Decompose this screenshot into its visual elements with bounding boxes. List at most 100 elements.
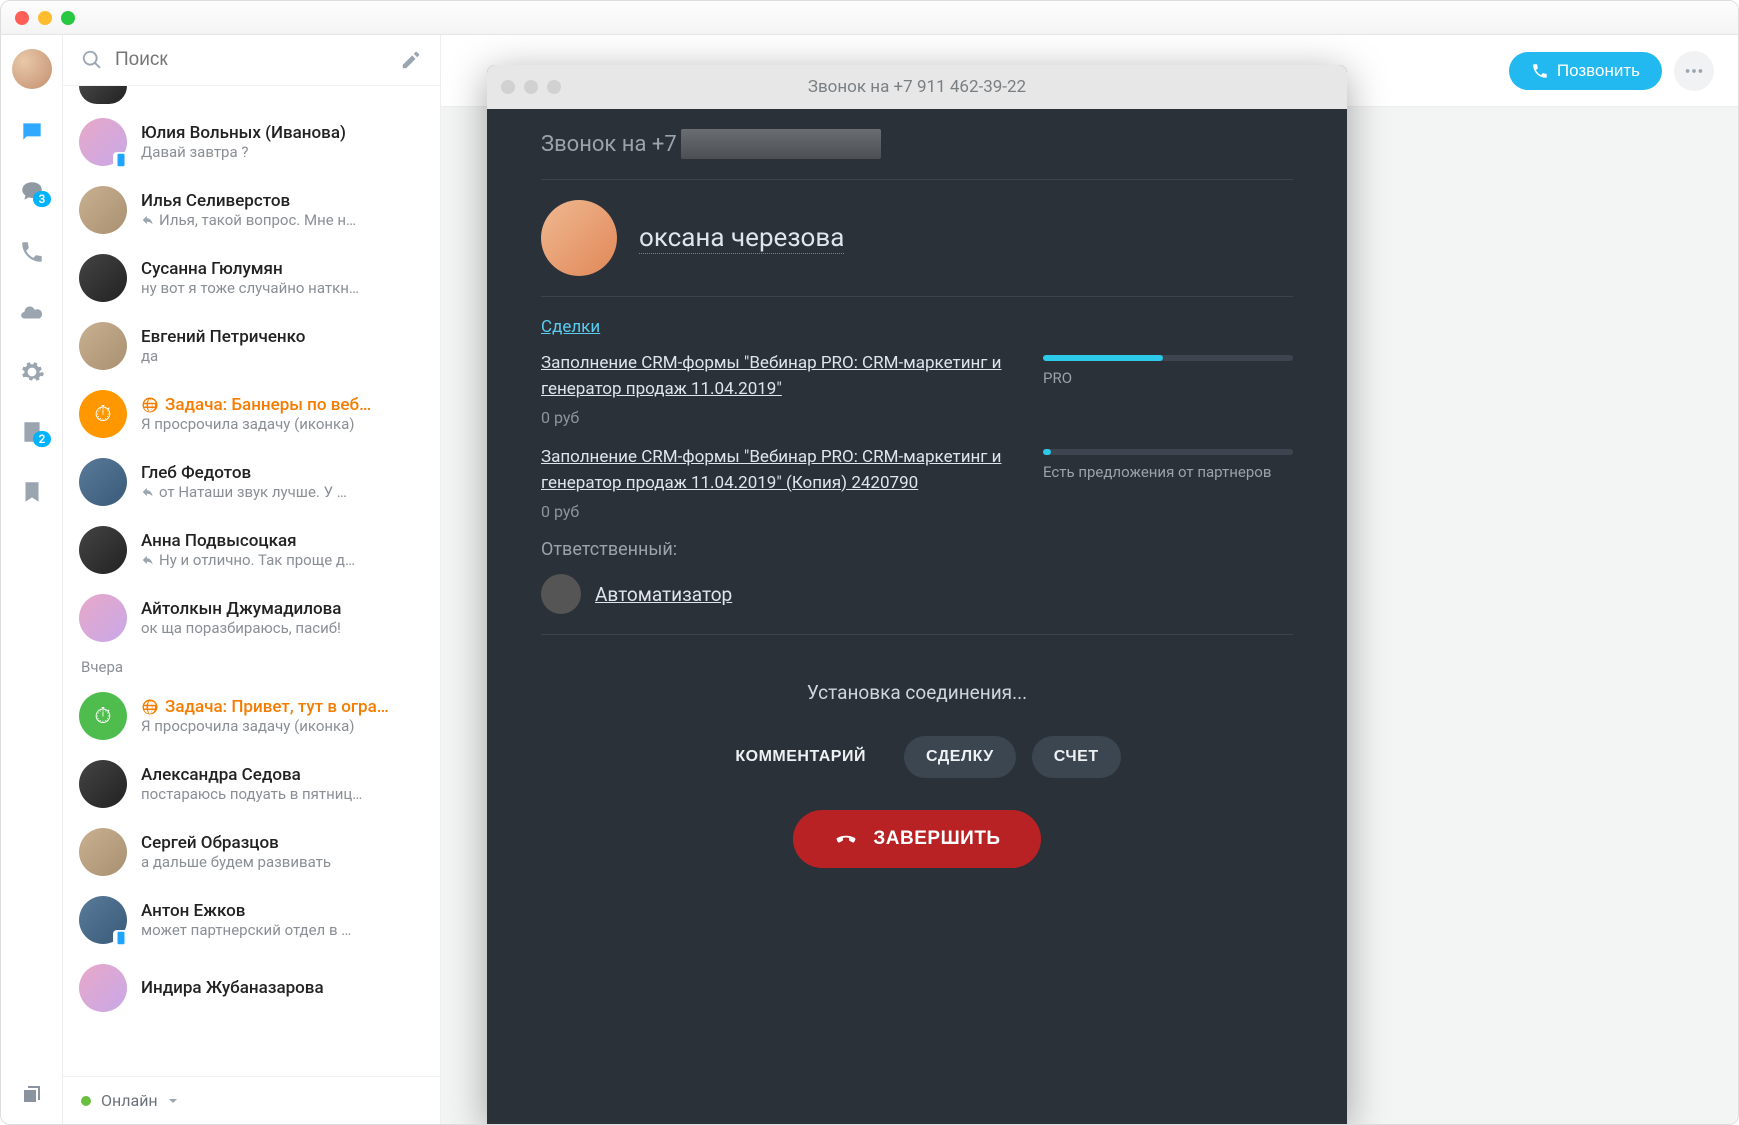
chat-item[interactable]: Анна ПодвысоцкаяНу и отлично. Так проще …: [63, 516, 440, 584]
search-icon: [81, 49, 103, 71]
contact-avatar: [541, 200, 617, 276]
more-button[interactable]: [1674, 51, 1714, 91]
chat-avatar: [79, 458, 127, 506]
chat-avatar: [79, 186, 127, 234]
chat-avatar: [79, 594, 127, 642]
chat-item[interactable]: Антон Ежковможет партнерский отдел в …: [63, 886, 440, 954]
nav-bookmarks[interactable]: [19, 479, 45, 509]
chat-avatar: [79, 254, 127, 302]
chat-item[interactable]: Индира Жубаназарова: [63, 954, 440, 1022]
chevron-down-icon: [168, 1096, 178, 1106]
presence-status[interactable]: Онлайн: [63, 1076, 440, 1124]
chat-item[interactable]: ⏱Задача: Баннеры по веб…Я просрочила зад…: [63, 380, 440, 448]
deal-amount: 0 руб: [541, 502, 1011, 521]
chat-preview: от Наташи звук лучше. У …: [141, 483, 424, 501]
nav-calls[interactable]: [19, 239, 45, 269]
chat-preview: Ну и отлично. Так проще д…: [141, 551, 424, 569]
main-area: Позвонить Звонок на +7 911 462-39-22: [441, 35, 1738, 1124]
chat-name: Юлия Вольных (Иванова): [141, 123, 424, 143]
modal-zoom-button[interactable]: [547, 80, 561, 94]
chat-item[interactable]: Сусанна Гюлумянну вот я тоже случайно на…: [63, 244, 440, 312]
contact-row: оксана черезова: [541, 200, 1293, 276]
window-zoom-button[interactable]: [61, 11, 75, 25]
chat-preview: ок ща поразбираюсь, пасиб!: [141, 619, 424, 637]
call-button-label: Позвонить: [1557, 61, 1640, 81]
deal-progress: [1043, 449, 1293, 455]
status-label: Онлайн: [101, 1091, 158, 1110]
nav-chats[interactable]: [19, 119, 45, 149]
chat-preview: да: [141, 347, 424, 365]
modal-minimize-button[interactable]: [524, 80, 538, 94]
nav-settings[interactable]: [19, 359, 45, 389]
chat-avatar: [79, 760, 127, 808]
chat-item[interactable]: ⏱ Задача: Привет, тут в огра…Я просрочила…: [63, 682, 440, 750]
end-call-button[interactable]: ЗАВЕРШИТЬ: [793, 810, 1040, 868]
chat-item[interactable]: Илья СеливерстовИлья, такой вопрос. Мне …: [63, 176, 440, 244]
phone-icon: [1531, 62, 1549, 80]
chat-preview: Илья, такой вопрос. Мне н…: [141, 211, 424, 229]
call-modal-titlebar: Звонок на +7 911 462-39-22: [487, 65, 1347, 109]
chat-item[interactable]: Сергей Образцова дальше будем развивать: [63, 818, 440, 886]
deal-button[interactable]: СДЕЛКУ: [904, 736, 1016, 778]
deal-link[interactable]: Заполнение CRM-формы "Вебинар PRO: CRM-м…: [541, 447, 1001, 493]
deal-link[interactable]: Заполнение CRM-формы "Вебинар PRO: CRM-м…: [541, 353, 1001, 399]
chat-avatar: [79, 964, 127, 1012]
chat-preview: Я просрочила задачу (иконка): [141, 717, 424, 735]
search-bar: [63, 35, 440, 86]
chat-name: Илья Селиверстов: [141, 191, 424, 211]
nav-rail: 3 2: [1, 35, 63, 1124]
responsible-avatar: [541, 574, 581, 614]
more-icon: [1683, 60, 1705, 82]
chat-item[interactable]: [63, 86, 440, 108]
chat-preview: ну вот я тоже случайно наткн…: [141, 279, 424, 297]
comment-button[interactable]: КОММЕНТАРИЙ: [713, 736, 888, 778]
chat-avatar: [79, 86, 127, 104]
search-input[interactable]: [115, 49, 388, 71]
nav-forms[interactable]: 2: [19, 419, 45, 449]
chat-item[interactable]: Александра Седовапостараюсь подуать в пя…: [63, 750, 440, 818]
deal-amount: 0 руб: [541, 408, 1011, 427]
called-number-label: Звонок на +7: [541, 132, 677, 157]
chat-name: Александра Седова: [141, 765, 424, 785]
modal-close-button[interactable]: [501, 80, 515, 94]
status-dot-icon: [81, 1096, 91, 1106]
connecting-status: Установка соединения...: [541, 655, 1293, 704]
chat-name: Сергей Образцов: [141, 833, 424, 853]
responsible-name[interactable]: Автоматизатор: [595, 583, 732, 606]
chat-list: Юлия Вольных (Иванова)Давай завтра ?Илья…: [63, 86, 440, 1076]
window-minimize-button[interactable]: [38, 11, 52, 25]
compose-icon[interactable]: [400, 49, 422, 71]
forms-badge: 2: [33, 431, 52, 447]
chat-preview: может партнерский отдел в …: [141, 921, 424, 939]
call-button[interactable]: Позвонить: [1509, 52, 1662, 90]
chat-item[interactable]: Юлия Вольных (Иванова)Давай завтра ?: [63, 108, 440, 176]
invoice-button[interactable]: СЧЕТ: [1032, 736, 1121, 778]
copy-icon[interactable]: [20, 1082, 44, 1106]
chat-avatar: ⏱: [79, 390, 127, 438]
chat-avatar: ⏱: [79, 692, 127, 740]
window-close-button[interactable]: [15, 11, 29, 25]
deal-row: Заполнение CRM-формы "Вебинар PRO: CRM-м…: [541, 445, 1293, 521]
chat-item[interactable]: Евгений Петриченкода: [63, 312, 440, 380]
deal-progress: [1043, 355, 1293, 361]
chat-name: Сусанна Гюлумян: [141, 259, 424, 279]
chat-name: Глеб Федотов: [141, 463, 424, 483]
chat-item[interactable]: Айтолкын Джумадиловаок ща поразбираюсь, …: [63, 584, 440, 652]
chat-item[interactable]: Глеб Федотовот Наташи звук лучше. У …: [63, 448, 440, 516]
nav-disk[interactable]: [19, 299, 45, 329]
deal-row: Заполнение CRM-формы "Вебинар PRO: CRM-м…: [541, 351, 1293, 427]
redacted-number: [681, 129, 881, 159]
contact-name[interactable]: оксана черезова: [639, 223, 844, 254]
deals-link[interactable]: Сделки: [541, 317, 600, 337]
call-actions: КОММЕНТАРИЙ СДЕЛКУ СЧЕТ: [541, 704, 1293, 788]
chat-name: Антон Ежков: [141, 901, 424, 921]
responsible-label: Ответственный:: [541, 539, 1293, 560]
chat-name: Задача: Привет, тут в огра…: [141, 697, 424, 717]
deal-stage: PRO: [1043, 369, 1293, 387]
contacts-badge: 3: [33, 191, 52, 207]
window-titlebar: [1, 1, 1738, 35]
chat-name: Айтолкын Джумадилова: [141, 599, 424, 619]
nav-contacts[interactable]: 3: [19, 179, 45, 209]
profile-avatar[interactable]: [12, 49, 52, 89]
call-modal: Звонок на +7 911 462-39-22 Звонок на +7 …: [487, 65, 1347, 1124]
